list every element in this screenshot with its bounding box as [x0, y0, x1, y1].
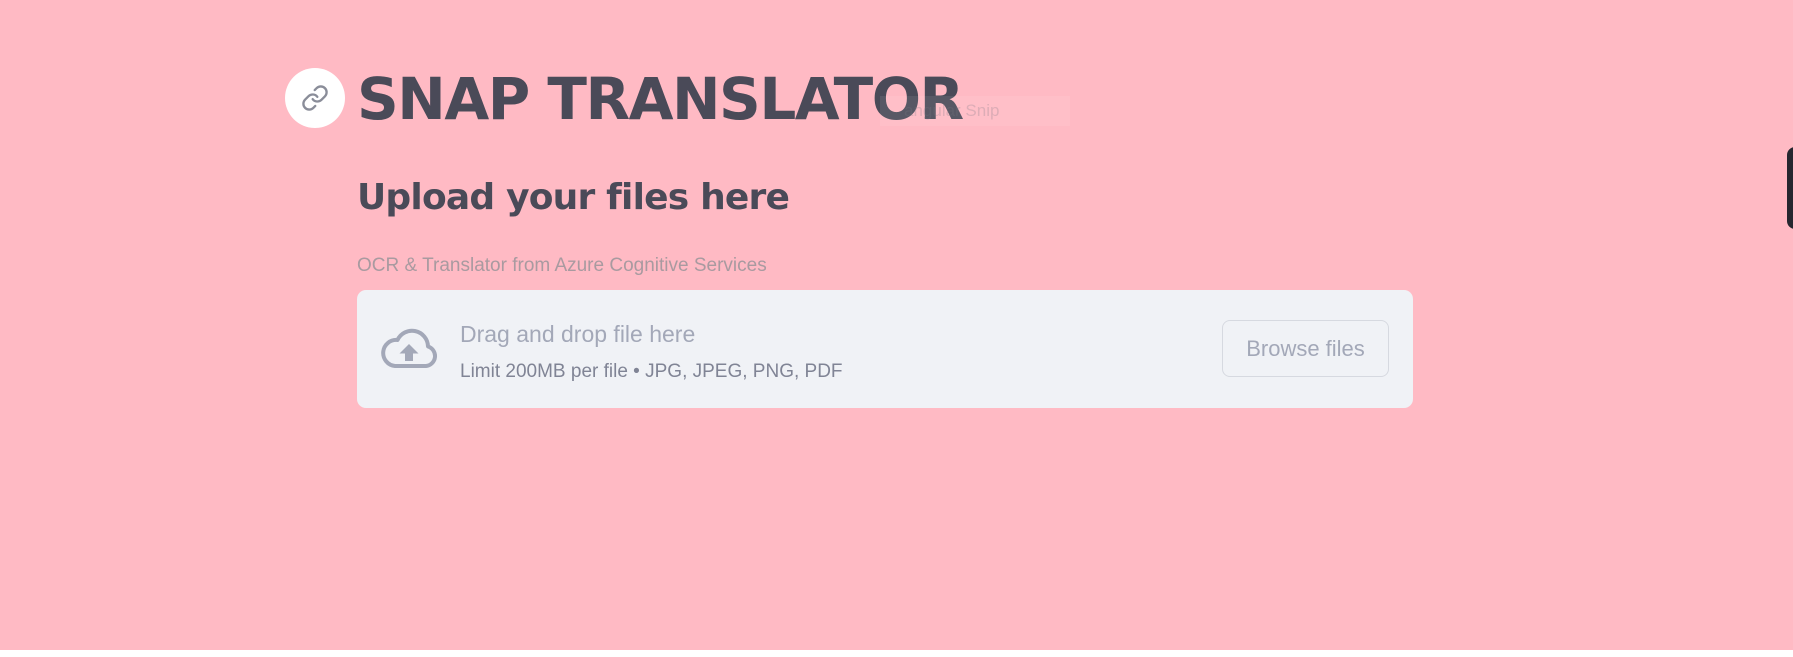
bottom-divider [0, 650, 1793, 657]
browse-files-button[interactable]: Browse files [1222, 320, 1389, 377]
cloud-upload-icon [379, 326, 439, 372]
uploader-label: OCR & Translator from Azure Cognitive Se… [357, 255, 767, 276]
dropzone-file-limit: Limit 200MB per file • JPG, JPEG, PNG, P… [460, 361, 843, 382]
dropzone-instructions: Drag and drop file here [460, 321, 696, 347]
file-dropzone[interactable]: Drag and drop file here Limit 200MB per … [357, 290, 1413, 408]
snip-overlay-remnant: angular Snip [880, 96, 1070, 126]
link-icon [301, 84, 329, 112]
link-anchor-button[interactable] [285, 68, 345, 128]
section-heading: Upload your files here [357, 177, 790, 218]
page-title: SNAP TRANSLATOR [357, 65, 964, 133]
sidebar-edge-handle[interactable] [1787, 147, 1793, 229]
